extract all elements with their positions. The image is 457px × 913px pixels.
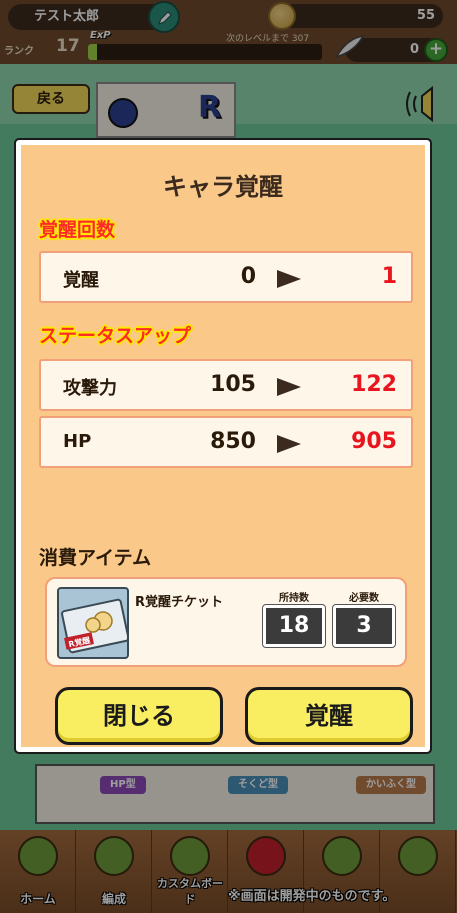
consumed-items-heading: 消費アイテム xyxy=(39,547,152,569)
required-count: 3 xyxy=(332,604,396,648)
attack-stat-label: 攻撃力 xyxy=(63,378,117,399)
hp-stat-label: HP xyxy=(63,431,92,452)
awaken-ticket-icon: R覚醒 xyxy=(57,587,129,659)
awaken-count-row: 覚醒 0 1 xyxy=(39,251,413,303)
owned-count: 18 xyxy=(262,604,326,648)
attack-stat-row: 攻撃力 105 122 xyxy=(39,359,413,411)
awaken-button[interactable]: 覚醒 xyxy=(245,687,413,745)
dialog-title: キャラ覚醒 xyxy=(163,173,283,201)
attack-stat-next: 122 xyxy=(351,372,397,397)
awaken-count-next: 1 xyxy=(381,264,397,289)
hp-stat-current: 850 xyxy=(210,429,256,454)
hp-stat-row: HP 850 905 xyxy=(39,416,413,468)
arrow-right-icon xyxy=(277,270,301,288)
required-count-label: 必要数 xyxy=(349,593,379,604)
consumed-item-card: R覚醒 R覚醒チケット 所持数 18 必要数 3 xyxy=(45,577,407,667)
awaken-count-current: 0 xyxy=(240,264,256,289)
awaken-dialog: キャラ覚醒 覚醒回数 覚醒 0 1 ステータスアップ 攻撃力 105 122 H… xyxy=(14,138,432,754)
owned-count-label: 所持数 xyxy=(279,593,309,604)
item-name: R覚醒チケット xyxy=(135,595,224,610)
awaken-count-label: 覚醒 xyxy=(63,270,99,291)
arrow-right-icon xyxy=(277,378,301,396)
status-up-heading: ステータスアップ xyxy=(39,325,192,347)
hp-stat-next: 905 xyxy=(351,429,397,454)
close-button[interactable]: 閉じる xyxy=(55,687,223,745)
awaken-count-heading: 覚醒回数 xyxy=(39,219,116,241)
attack-stat-current: 105 xyxy=(210,372,256,397)
arrow-right-icon xyxy=(277,435,301,453)
